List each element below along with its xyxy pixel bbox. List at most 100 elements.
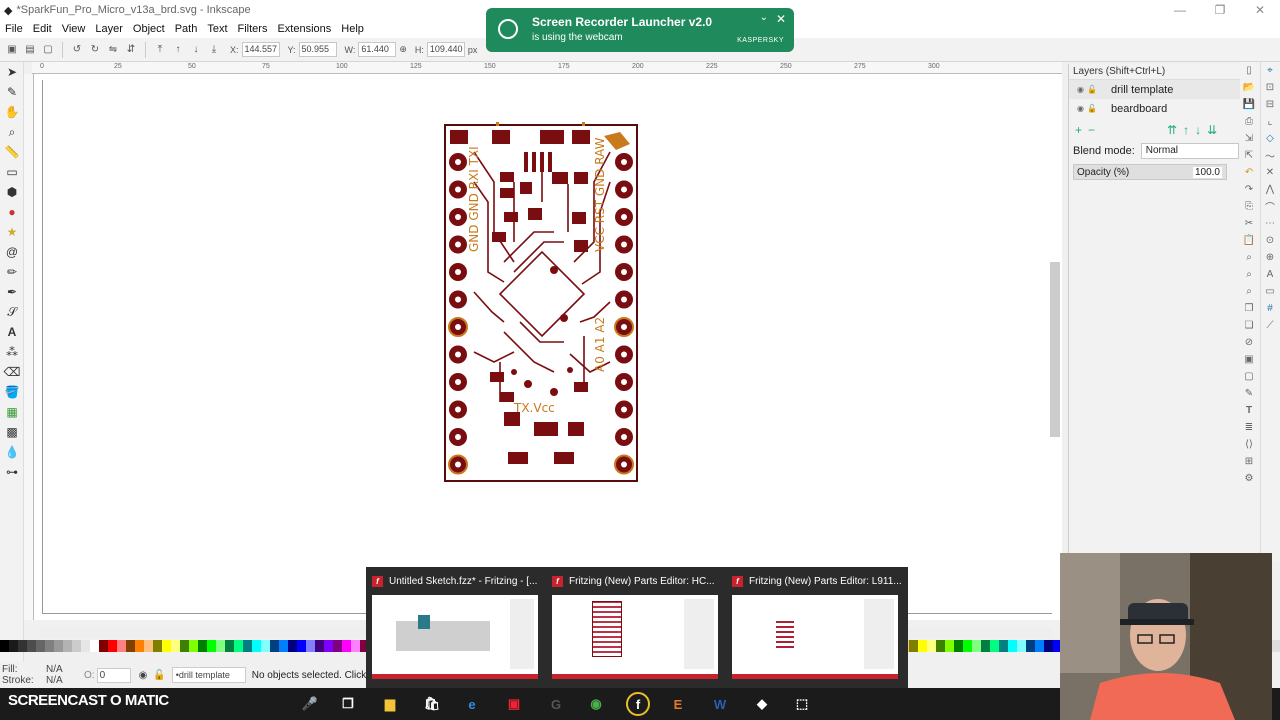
w-input[interactable]: 61.440 [358,42,397,57]
maximize-button[interactable]: ❐ [1200,0,1240,20]
color-swatch[interactable] [279,640,288,652]
snap-edges-icon[interactable]: ⊟ [1261,96,1279,113]
close-icon[interactable]: ✕ [776,12,786,26]
undo-icon[interactable]: ↶ [1240,164,1258,181]
export-icon[interactable]: ⇱ [1240,147,1258,164]
preview-parts-editor-hc[interactable]: f Fritzing (New) Parts Editor: HC... [552,573,724,685]
color-swatch[interactable] [9,640,18,652]
color-swatch[interactable] [351,640,360,652]
pen-icon[interactable]: ✒ [1,282,23,302]
blend-select[interactable]: Normal [1140,143,1239,159]
print-icon[interactable]: ⎙ [1240,113,1258,130]
eagle-icon[interactable]: E [666,692,690,716]
color-swatch[interactable] [306,640,315,652]
redo-icon[interactable]: ↷ [1240,181,1258,198]
menu-view[interactable]: View [62,23,86,35]
preferences-icon[interactable]: ⚙ [1240,470,1258,487]
color-swatch[interactable] [936,640,945,652]
vertical-scrollbar[interactable] [1050,262,1060,437]
webcam-notification[interactable]: Screen Recorder Launcher v2.0 is using t… [486,8,794,52]
cut-icon[interactable]: ✂ [1240,215,1258,232]
close-button[interactable]: ✕ [1240,0,1280,20]
select-all-icon[interactable]: ▣ [4,42,20,58]
lower-bottom-layer-icon[interactable]: ⇊ [1207,123,1217,137]
snipping-icon[interactable]: ⬚ [790,692,814,716]
color-swatch[interactable] [1017,640,1026,652]
lower-icon[interactable]: ↓ [188,42,204,58]
menu-object[interactable]: Object [133,23,165,35]
snap-smooth-icon[interactable]: ⌒ [1261,198,1279,215]
snap-cusp-icon[interactable]: ⋀ [1261,181,1279,198]
color-swatch[interactable] [18,640,27,652]
color-swatch[interactable] [216,640,225,652]
lock-ratio-icon[interactable]: ⊕ [399,44,407,55]
color-swatch[interactable] [171,640,180,652]
zoom-drawing-icon[interactable]: ⌕ [1240,266,1258,283]
opacity-input[interactable]: 0 [96,667,131,683]
color-swatch[interactable] [1035,640,1044,652]
select-all-layers-icon[interactable]: ▤ [22,42,38,58]
menu-help[interactable]: Help [341,23,364,35]
gradient-icon[interactable]: ▦ [1,402,23,422]
menu-text[interactable]: Text [207,23,227,35]
raise-layer-icon[interactable]: ↑ [1183,123,1189,137]
rotate-ccw-icon[interactable]: ↺ [69,42,85,58]
color-swatch[interactable] [243,640,252,652]
dropper-icon[interactable]: 💧 [1,442,23,462]
color-swatch[interactable] [27,640,36,652]
zoom-page-icon[interactable]: ⌕ [1240,283,1258,300]
task-view-icon[interactable]: ❐ [336,692,360,716]
star-icon[interactable]: ★ [1,222,23,242]
clone-icon[interactable]: ❏ [1240,317,1258,334]
snap-nodes-icon[interactable]: ◇ [1261,130,1279,147]
color-swatch[interactable] [189,640,198,652]
raise-icon[interactable]: ↑ [170,42,186,58]
color-swatch[interactable] [1026,640,1035,652]
snap-guide-icon[interactable]: ⟋ [1261,317,1279,334]
inkscape-icon[interactable]: ◆ [750,692,774,716]
color-swatch[interactable] [1044,640,1053,652]
chrome-icon[interactable]: ◉ [584,692,608,716]
color-swatch[interactable] [225,640,234,652]
xml-editor-icon[interactable]: ⟨⟩ [1240,436,1258,453]
color-swatch[interactable] [963,640,972,652]
mesh-icon[interactable]: ▩ [1,422,23,442]
measure-icon[interactable]: 📏 [1,142,23,162]
color-swatch[interactable] [72,640,81,652]
align-icon[interactable]: ⊞ [1240,453,1258,470]
opacity-slider[interactable]: Opacity (%) 100.0 [1073,164,1227,180]
pointer-icon[interactable]: ➤ [1,62,23,82]
save-icon[interactable]: 💾 [1240,96,1258,113]
color-swatch[interactable] [135,640,144,652]
color-swatch[interactable] [981,640,990,652]
spiral-icon[interactable]: @ [1,242,23,262]
menu-extensions[interactable]: Extensions [277,23,331,35]
color-swatch[interactable] [333,640,342,652]
ungroup-icon[interactable]: ▢ [1240,368,1258,385]
color-swatch[interactable] [198,640,207,652]
preview-parts-editor-l911[interactable]: f Fritzing (New) Parts Editor: L911... [732,573,904,685]
color-swatch[interactable] [234,640,243,652]
lock-icon[interactable]: 🔓 [1087,85,1111,94]
color-swatch[interactable] [945,640,954,652]
color-swatch[interactable] [261,640,270,652]
raise-top-icon[interactable]: ⤒ [152,42,168,58]
current-layer-select[interactable]: •drill template [171,667,246,683]
x-input[interactable]: 144.557 [241,42,280,57]
color-swatch[interactable] [108,640,117,652]
color-swatch[interactable] [297,640,306,652]
bucket-icon[interactable]: 🪣 [1,382,23,402]
layer-row-drill-template[interactable]: ◉ 🔓 drill template [1069,80,1240,99]
color-swatch[interactable] [36,640,45,652]
eye-icon[interactable]: ◉ [1077,104,1087,113]
menu-layer[interactable]: Layer [95,23,123,35]
box3d-icon[interactable]: ⬢ [1,182,23,202]
color-swatch[interactable] [90,640,99,652]
h-input[interactable]: 109.440 [426,42,465,57]
menu-file[interactable]: File [5,23,23,35]
color-swatch[interactable] [954,640,963,652]
file-explorer-icon[interactable]: ▆ [378,692,402,716]
snap-toggle-icon[interactable]: ⌖ [1261,62,1279,79]
menu-edit[interactable]: Edit [33,23,52,35]
lower-layer-icon[interactable]: ↓ [1195,123,1201,137]
